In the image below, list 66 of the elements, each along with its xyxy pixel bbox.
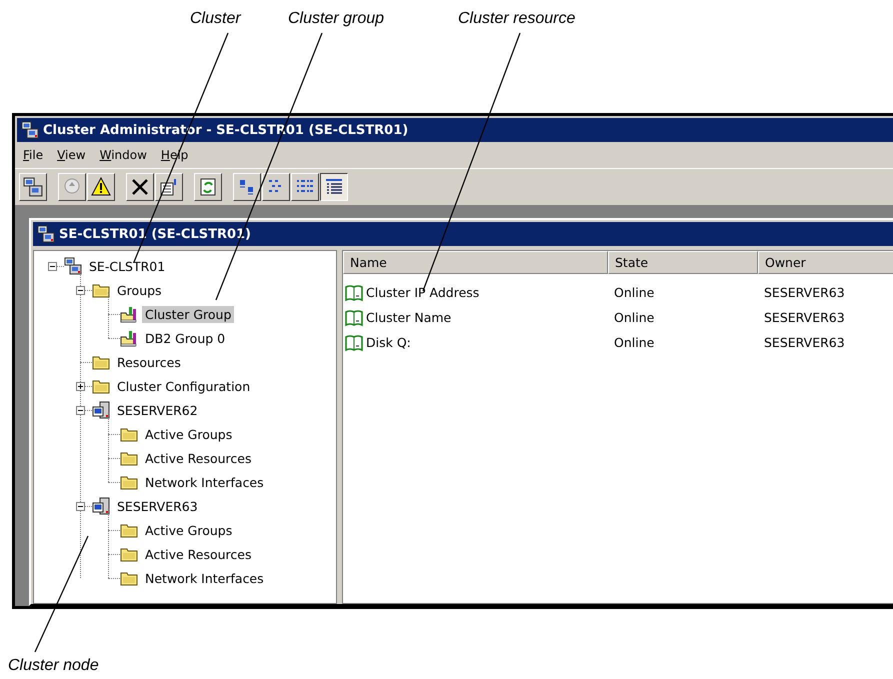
table-cell-text: SESERVER63 (763, 335, 846, 350)
properties-icon (159, 177, 179, 197)
column-header[interactable]: Owner (758, 251, 893, 274)
collapse-toggle[interactable] (76, 286, 84, 294)
refresh-icon (198, 177, 218, 197)
cluster-icon (37, 225, 55, 243)
folder-icon (120, 546, 138, 562)
folder-icon (120, 426, 138, 442)
folder-icon (120, 450, 138, 466)
table-cell-text: SESERVER63 (763, 285, 846, 300)
table-cell-text: Online (613, 285, 656, 300)
toolbar-button[interactable] (320, 173, 348, 201)
book-icon (345, 334, 363, 352)
tree-item[interactable]: Active Groups (142, 522, 236, 538)
cluster-icon (23, 177, 43, 197)
collapse-toggle[interactable] (48, 262, 56, 270)
menu-item[interactable]: View (53, 146, 90, 164)
group-icon (120, 305, 138, 323)
tree-item[interactable]: DB2 Group 0 (142, 330, 228, 346)
callout-label: Cluster node (8, 657, 99, 675)
details-icon (324, 177, 344, 197)
table-cell-text: Disk Q: (365, 335, 412, 350)
window-title: Cluster Administrator - SE-CLSTR01 (SE-CLSTR01) (43, 122, 408, 138)
cluster-icon (21, 121, 39, 139)
callout-label: Cluster group (288, 10, 384, 28)
table-cell-text: Online (613, 335, 656, 350)
book-icon (345, 284, 363, 302)
folder-icon (92, 354, 110, 370)
column-header[interactable]: Name (343, 251, 608, 274)
server-icon (92, 401, 110, 419)
tree-item[interactable]: Network Interfaces (142, 570, 267, 586)
menu-item[interactable]: File (19, 146, 48, 164)
folder-icon (92, 378, 110, 394)
folder-icon (120, 570, 138, 586)
menu-item[interactable]: Window (96, 146, 151, 164)
column-header[interactable]: State (608, 251, 758, 274)
window-title: SE-CLSTR01 (SE-CLSTR01) (59, 226, 251, 242)
tree-item[interactable]: Resources (114, 354, 184, 370)
callout-label: Cluster resource (458, 10, 576, 28)
tree-item[interactable]: Active Resources (142, 450, 254, 466)
callout-label: Cluster (190, 10, 241, 28)
expand-toggle[interactable] (76, 382, 84, 390)
tree-item[interactable]: SE-CLSTR01 (86, 258, 168, 274)
cluster-icon (64, 257, 82, 275)
tree-item[interactable]: Active Groups (142, 426, 236, 442)
warning-icon (91, 177, 111, 197)
table-cell-text: SESERVER63 (763, 310, 846, 325)
table-cell-text: Cluster IP Address (365, 285, 480, 300)
tree-item[interactable]: SESERVER63 (114, 498, 201, 514)
server-icon (92, 497, 110, 515)
table-cell-text: Online (613, 310, 656, 325)
tree-item[interactable]: Cluster Group (142, 306, 234, 322)
tree-item[interactable]: Active Resources (142, 546, 254, 562)
collapse-toggle[interactable] (76, 406, 84, 414)
delete-icon (130, 177, 150, 197)
folder-icon (120, 474, 138, 490)
collapse-toggle[interactable] (76, 502, 84, 510)
folder-icon (120, 522, 138, 538)
book-icon (345, 308, 363, 326)
tree-item[interactable]: Network Interfaces (142, 474, 267, 490)
table-cell-text: Cluster Name (365, 310, 452, 325)
tree-item[interactable]: Cluster Configuration (114, 378, 254, 394)
tree-item[interactable]: Groups (114, 282, 165, 298)
group-icon (120, 329, 138, 347)
folder-icon (92, 282, 110, 298)
tree-item[interactable]: SESERVER62 (114, 402, 201, 418)
